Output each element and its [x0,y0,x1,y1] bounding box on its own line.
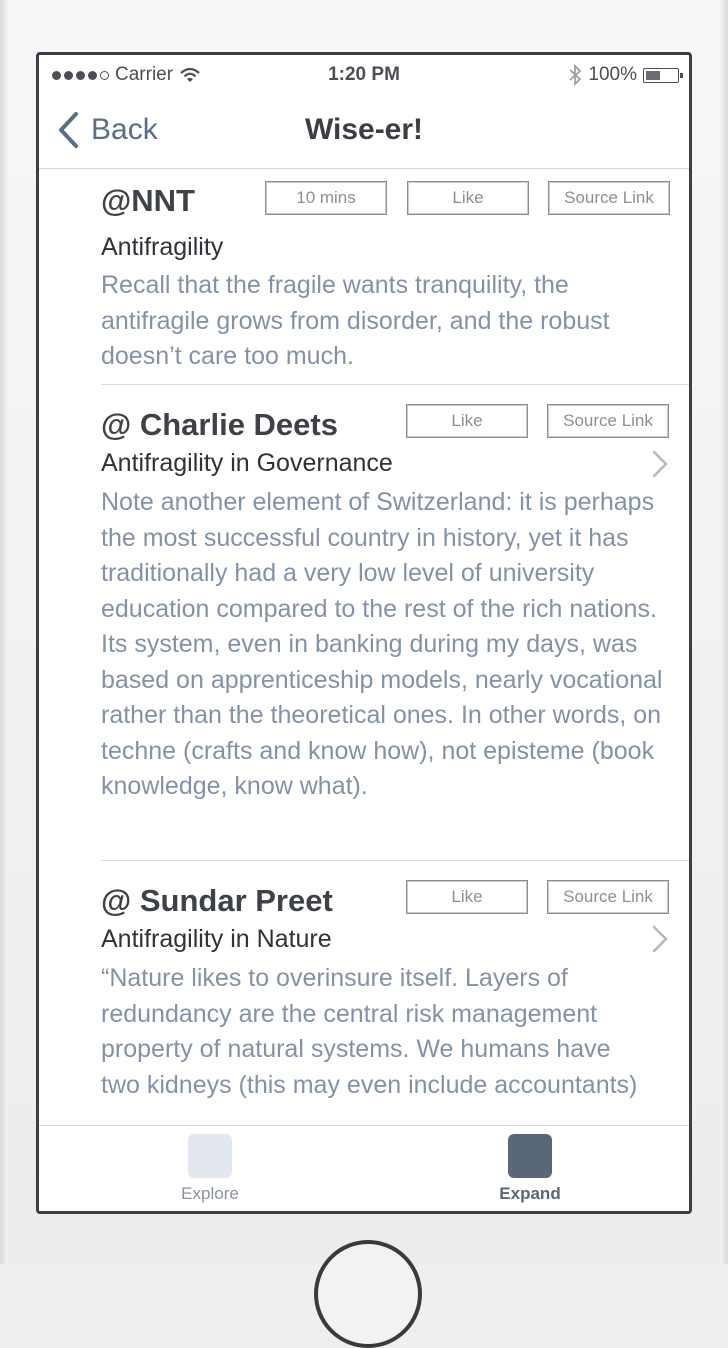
post-body: Note another element of Switzerland: it … [101,488,663,800]
post-card: @ Sundar Preet Like Source Link Antifrag… [101,861,689,1125]
device-edge-right [720,0,728,1264]
source-link-button[interactable]: Source Link [548,181,670,215]
source-link-button[interactable]: Source Link [547,404,669,438]
post-card: @NNT 10 mins Like Source Link Antifragil… [101,169,689,384]
time-badge: 10 mins [265,181,387,215]
post-title: Antifragility [101,233,224,261]
post-body: “Nature likes to overinsure itself. Laye… [101,964,638,1099]
tab-expand[interactable]: Expand [470,1134,590,1204]
navigation-bar: Back Wise-er! [39,95,689,169]
like-button[interactable]: Like [406,404,528,438]
expand-icon [508,1134,552,1178]
explore-icon [188,1134,232,1178]
chevron-right-icon[interactable] [651,449,669,479]
source-link-button[interactable]: Source Link [547,880,669,914]
battery-percent: 100% [588,64,637,85]
like-button[interactable]: Like [406,880,528,914]
post-author: @ Charlie Deets [101,407,338,442]
phone-screen: Carrier 1:20 PM 100% Back Wise-er! @NNT … [36,52,692,1214]
page-title: Wise-er! [304,113,424,146]
status-bar: Carrier 1:20 PM 100% [39,55,689,95]
post-author: @NNT [101,183,195,218]
status-right: 100% [568,64,683,86]
tab-label: Expand [499,1184,561,1203]
chevron-right-icon[interactable] [651,924,669,954]
like-button[interactable]: Like [407,181,529,215]
post-card: @ Charlie Deets Like Source Link Antifra… [101,385,689,860]
post-body: Recall that the fragile wants tranquilit… [101,271,610,370]
bluetooth-icon [569,64,582,86]
post-author: @ Sundar Preet [101,883,333,918]
tab-label: Explore [181,1184,239,1203]
post-title: Antifragility in Nature [101,925,332,953]
tab-bar: Explore Expand [39,1125,689,1211]
home-button[interactable] [314,1240,422,1348]
quote-feed[interactable]: @NNT 10 mins Like Source Link Antifragil… [39,169,689,1125]
device-edge-left [0,0,8,1264]
post-title: Antifragility in Governance [101,449,393,477]
battery-icon [643,67,683,83]
tab-explore[interactable]: Explore [150,1134,270,1204]
